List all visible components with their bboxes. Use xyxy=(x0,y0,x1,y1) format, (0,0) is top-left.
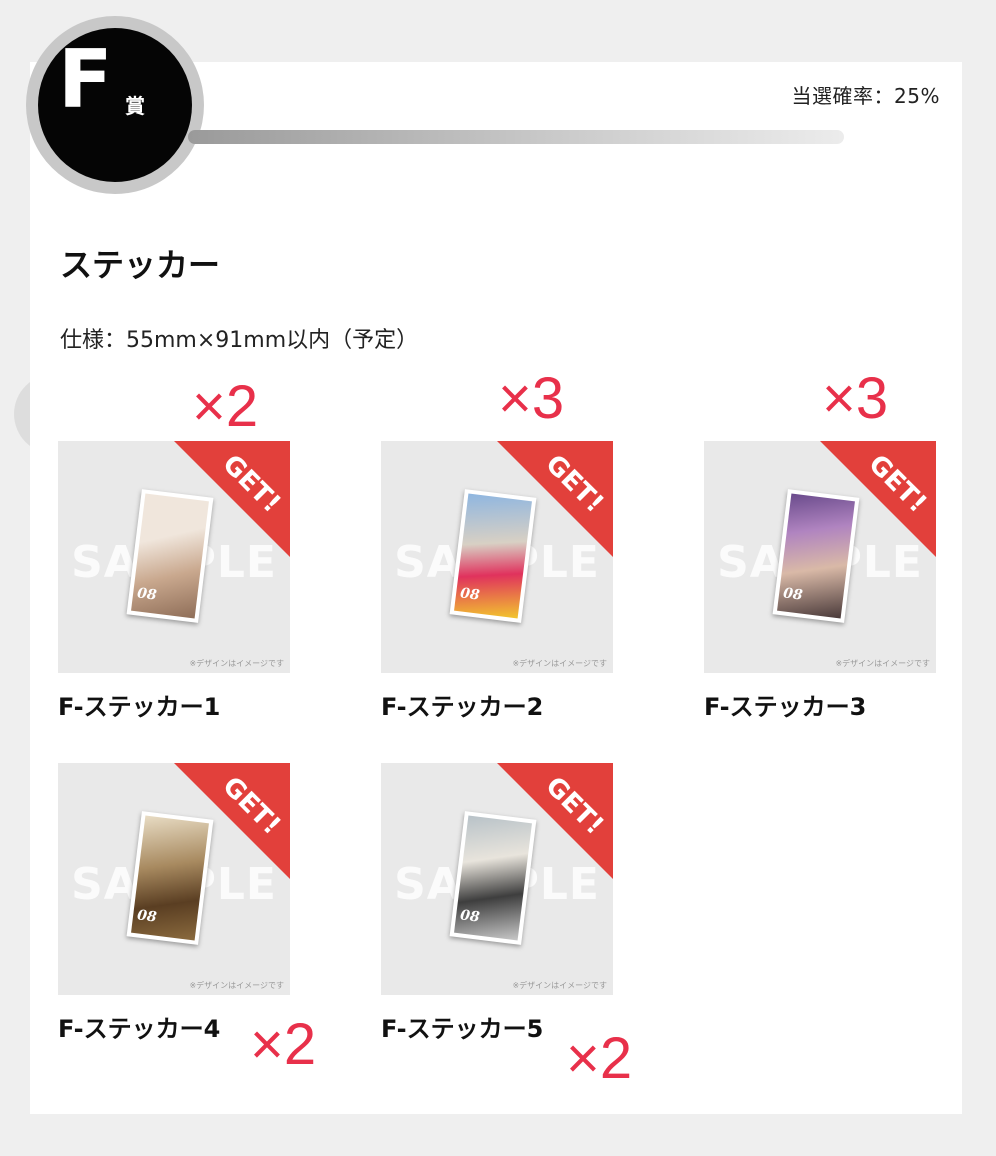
item-thumbnail[interactable]: SAMPLE 08 GET! ※デザインはイメージです xyxy=(58,763,290,995)
image-note: ※デザインはイメージです xyxy=(512,659,607,668)
prize-item-1[interactable]: SAMPLE 08 GET! ※デザインはイメージです F-ステッカー1 xyxy=(58,441,290,722)
item-thumbnail[interactable]: SAMPLE 08 GET! ※デザインはイメージです xyxy=(58,441,290,673)
prize-title: ステッカー xyxy=(60,246,221,284)
header-divider-bar xyxy=(188,130,844,144)
item-quantity-2: ×3 xyxy=(498,366,565,431)
item-quantity-1: ×2 xyxy=(192,374,259,439)
sticker-number: 08 xyxy=(136,907,158,926)
prize-item-5[interactable]: SAMPLE 08 GET! ※デザインはイメージです F-ステッカー5 xyxy=(381,763,613,1044)
sticker-number: 08 xyxy=(782,585,804,604)
image-note: ※デザインはイメージです xyxy=(189,981,284,990)
image-note: ※デザインはイメージです xyxy=(512,981,607,990)
item-thumbnail[interactable]: SAMPLE 08 GET! ※デザインはイメージです xyxy=(381,763,613,995)
image-note: ※デザインはイメージです xyxy=(189,659,284,668)
item-name: F-ステッカー1 xyxy=(58,693,221,721)
item-name: F-ステッカー3 xyxy=(704,693,867,721)
sticker-number: 08 xyxy=(136,585,158,604)
prize-item-4[interactable]: SAMPLE 08 GET! ※デザインはイメージです F-ステッカー4 xyxy=(58,763,290,1044)
item-thumbnail[interactable]: SAMPLE 08 GET! ※デザインはイメージです xyxy=(381,441,613,673)
item-quantity-3: ×3 xyxy=(822,366,889,431)
prize-item-2[interactable]: SAMPLE 08 GET! ※デザインはイメージです F-ステッカー2 xyxy=(381,441,613,722)
sticker-number: 08 xyxy=(459,585,481,604)
win-rate: 当選確率：25% xyxy=(791,84,940,108)
prize-spec: 仕様：55mm×91mm以内（予定） xyxy=(60,328,419,353)
item-thumbnail[interactable]: SAMPLE 08 GET! ※デザインはイメージです xyxy=(704,441,936,673)
item-quantity-5: ×2 xyxy=(566,1026,633,1091)
item-name: F-ステッカー2 xyxy=(381,693,544,721)
prize-item-3[interactable]: SAMPLE 08 GET! ※デザインはイメージです F-ステッカー3 xyxy=(704,441,936,722)
grade-suffix: 賞 xyxy=(125,94,145,118)
sticker-number: 08 xyxy=(459,907,481,926)
grade-letter: F xyxy=(58,33,113,126)
image-note: ※デザインはイメージです xyxy=(835,659,930,668)
item-quantity-4: ×2 xyxy=(250,1012,317,1077)
